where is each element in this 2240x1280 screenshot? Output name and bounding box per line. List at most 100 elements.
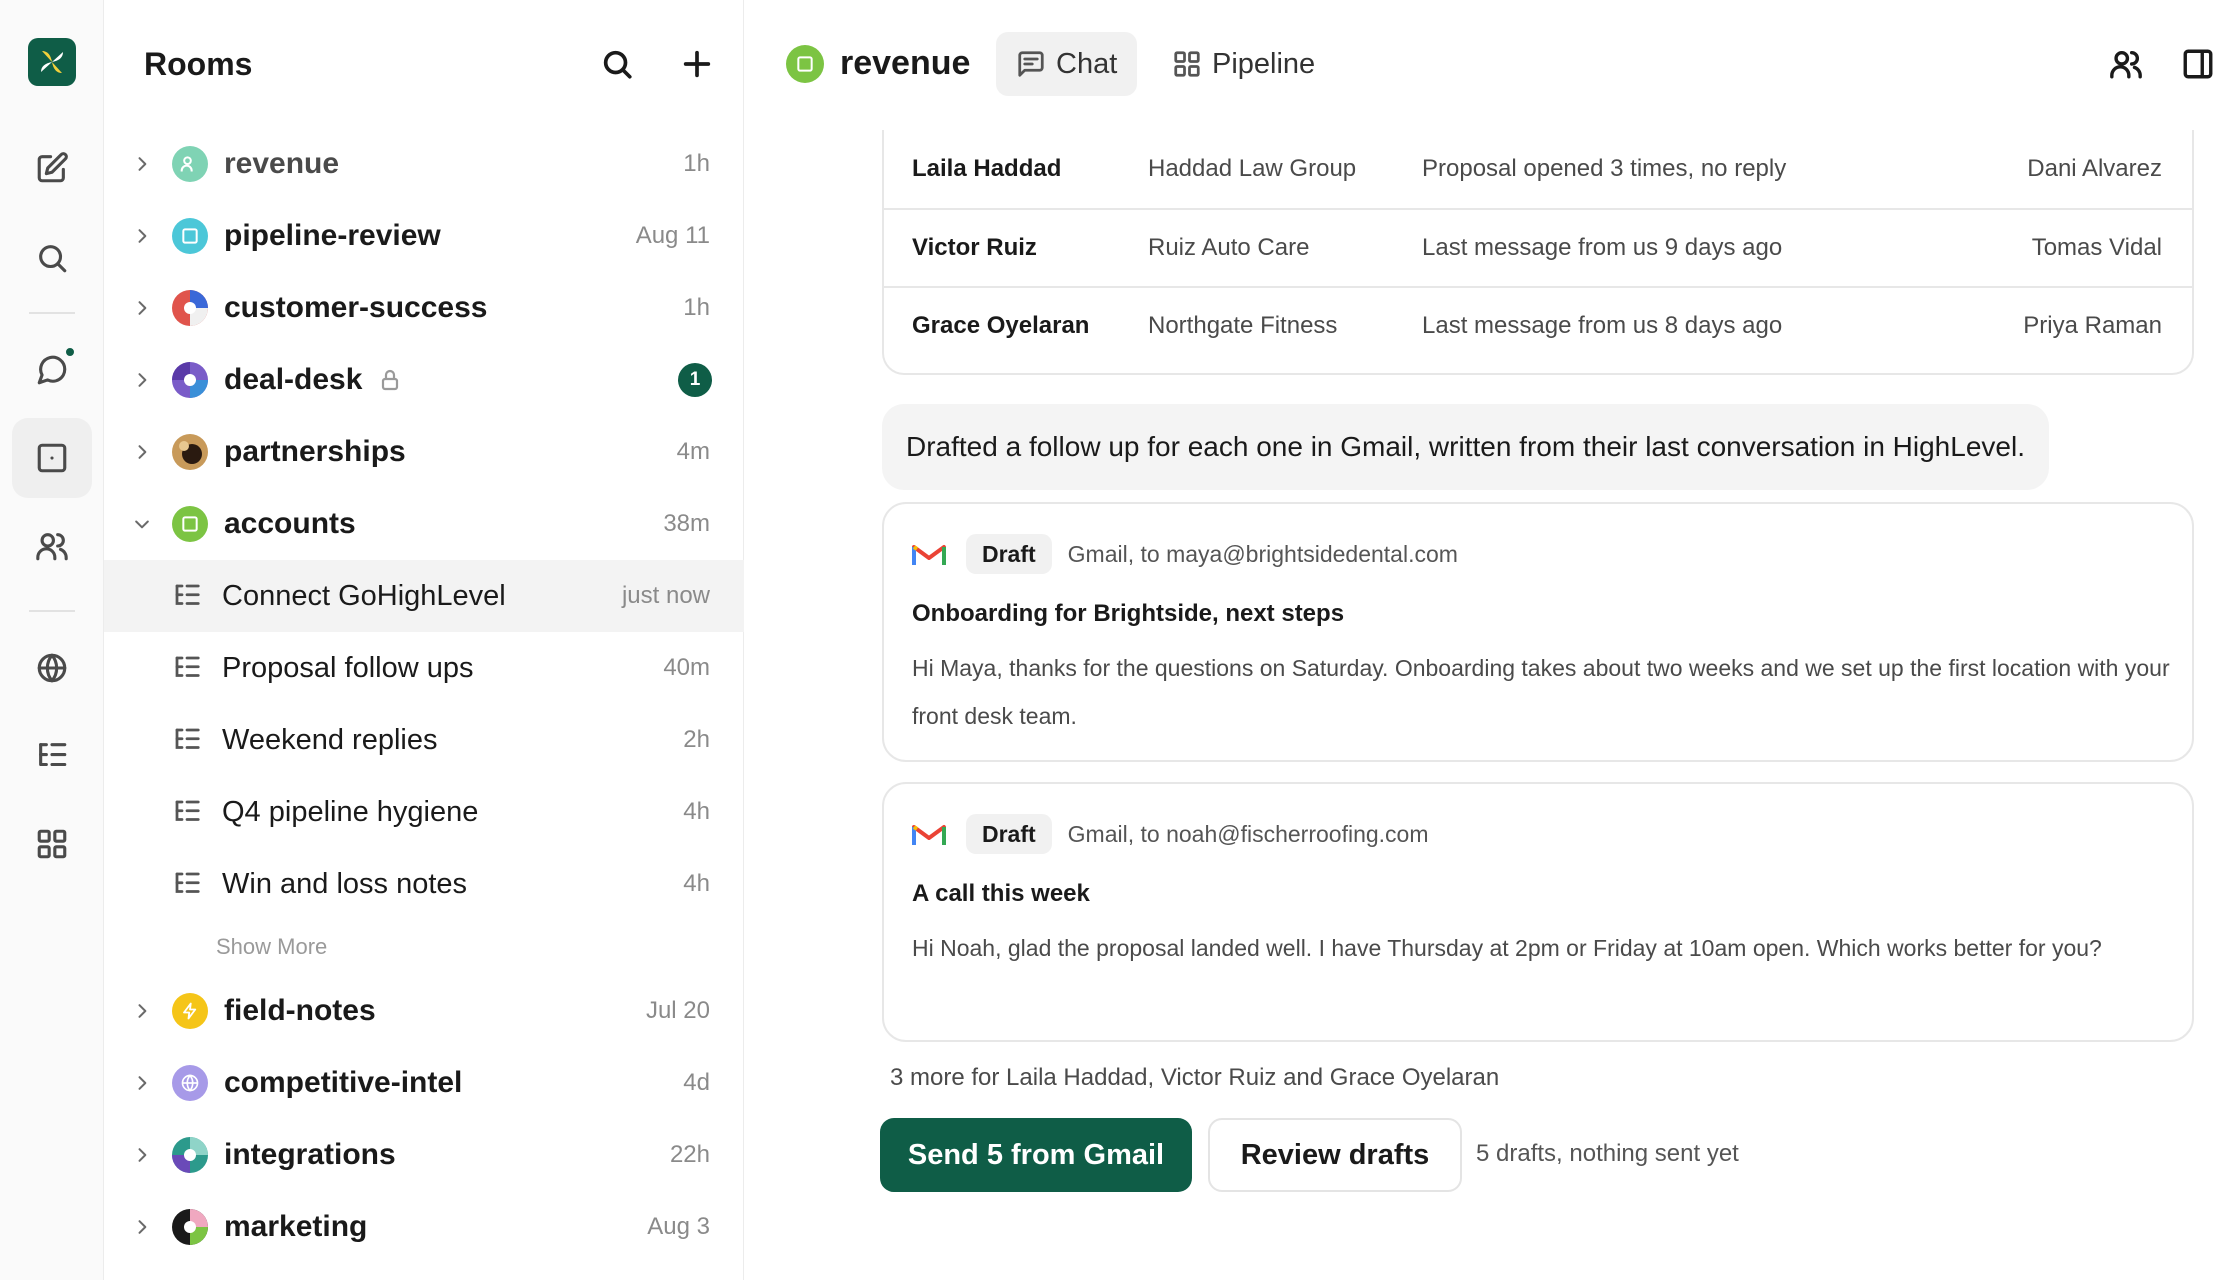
thread-item-q4-pipeline-hygiene[interactable]: Q4 pipeline hygiene 4h (104, 776, 744, 848)
edit-icon (37, 152, 68, 183)
assistant-message: Drafted a follow up for each one in Gmai… (882, 404, 2049, 490)
pinwheel-icon (172, 290, 208, 326)
room-name: integrations (224, 1138, 396, 1171)
chevron-right-icon[interactable] (130, 370, 154, 390)
tab-pipeline[interactable]: Pipeline (1152, 32, 1335, 96)
search-icon (603, 50, 632, 79)
pinwheel-icon (172, 362, 208, 398)
rail-threads-button[interactable] (12, 716, 92, 796)
drafts-status: 5 drafts, nothing sent yet (1476, 1140, 1739, 1167)
bolt-icon (172, 993, 208, 1029)
status: Proposal opened 3 times, no reply (1422, 155, 1787, 182)
room-item-pipeline-review[interactable]: pipeline-review Aug 11 (104, 200, 744, 272)
room-name: marketing (224, 1210, 368, 1243)
owner: Dani Alvarez (2027, 155, 2162, 182)
rail-search-button[interactable] (12, 218, 92, 298)
unread-dot (64, 346, 76, 358)
draft-card[interactable]: Draft Gmail, to noah@fischerroofing.com … (882, 782, 2194, 1042)
people-icon (36, 533, 68, 561)
room-name: accounts (224, 507, 356, 540)
table-row[interactable]: Victor Ruiz Ruiz Auto Care Last message … (884, 208, 2192, 286)
review-drafts-button[interactable]: Review drafts (1208, 1118, 1462, 1192)
grid-icon (37, 829, 67, 859)
room-name: customer-success (224, 291, 488, 324)
pinwheel-icon (172, 1137, 208, 1173)
draft-pill: Draft (966, 814, 1052, 854)
thread-item-weekend-replies[interactable]: Weekend replies 2h (104, 704, 744, 776)
room-time: 1h (683, 294, 710, 321)
room-name: partnerships (224, 435, 406, 468)
app-logo[interactable] (28, 38, 76, 86)
pinwheel-icon (172, 1209, 208, 1245)
draft-recipient: Gmail, to maya@brightsidedental.com (1067, 540, 1458, 567)
status: Last message from us 9 days ago (1422, 234, 1783, 261)
globe-icon (37, 653, 67, 683)
chevron-right-icon[interactable] (130, 1001, 154, 1021)
room-title: revenue (786, 44, 970, 83)
room-name: revenue (224, 147, 340, 180)
add-room-button[interactable] (671, 38, 723, 90)
chevron-right-icon[interactable] (130, 154, 154, 174)
more-drafts-text: 3 more for Laila Haddad, Victor Ruiz and… (890, 1064, 1500, 1091)
draft-body: Hi Noah, glad the proposal landed well. … (912, 935, 2102, 961)
rail-web-button[interactable] (12, 628, 92, 708)
draft-card[interactable]: Draft Gmail, to maya@brightsidedental.co… (882, 502, 2194, 762)
tab-chat[interactable]: Chat (996, 32, 1138, 96)
draft-recipient: Gmail, to noah@fischerroofing.com (1067, 820, 1429, 847)
rail-rooms-button[interactable] (12, 418, 92, 498)
company: Haddad Law Group (1148, 155, 1357, 182)
members-button[interactable] (2104, 42, 2148, 86)
rail-people-button[interactable] (12, 506, 92, 586)
square-dot-icon (172, 218, 208, 254)
thread-icon (172, 581, 202, 611)
thread-time: 4h (683, 798, 710, 825)
room-item-customer-success[interactable]: customer-success 1h (104, 272, 744, 344)
table-row[interactable]: Laila Haddad Haddad Law Group Proposal o… (884, 130, 2192, 208)
photo-avatar (172, 434, 208, 470)
main-panel: revenue Chat Pipeline Laila Haddad Hadda… (744, 0, 2240, 1280)
room-item-revenue[interactable]: revenue 1h (104, 128, 744, 200)
contact-name: Grace Oyelaran (912, 312, 1090, 339)
message-square-icon (1018, 51, 1044, 77)
thread-icon (172, 653, 202, 683)
send-from-gmail-button[interactable]: Send 5 from Gmail (880, 1118, 1192, 1192)
gmail-icon (912, 545, 946, 565)
rail-chats-button[interactable] (12, 330, 92, 410)
room-item-deal-desk[interactable]: deal-desk 1 (104, 344, 744, 416)
thread-time: 2h (683, 726, 710, 753)
thread-item-win-and-loss-notes[interactable]: Win and loss notes 4h (104, 848, 744, 920)
table-row[interactable]: Grace Oyelaran Northgate Fitness Last me… (884, 286, 2192, 364)
chevron-right-icon[interactable] (130, 1145, 154, 1165)
chevron-right-icon[interactable] (130, 298, 154, 318)
sidebar-search-button[interactable] (591, 38, 643, 90)
room-item-accounts[interactable]: accounts 38m (104, 488, 744, 560)
room-item-integrations[interactable]: integrations 22h (104, 1119, 744, 1191)
thread-time: just now (621, 582, 710, 609)
chevron-right-icon[interactable] (130, 226, 154, 246)
thread-icon (172, 869, 202, 899)
room-item-partnerships[interactable]: partnerships 4m (104, 416, 744, 488)
room-item-marketing[interactable]: marketing Aug 3 (104, 1191, 744, 1263)
room-item-field-notes[interactable]: field-notes Jul 20 (104, 975, 744, 1047)
thread-icon (172, 725, 202, 755)
chevron-right-icon[interactable] (130, 442, 154, 462)
square-dot-icon (786, 44, 824, 83)
chevron-right-icon[interactable] (130, 1073, 154, 1093)
toggle-panel-button[interactable] (2176, 42, 2220, 86)
chevron-down-icon[interactable] (130, 514, 154, 534)
room-time: 1h (683, 150, 710, 177)
app-rail (0, 0, 104, 1280)
thread-item-connect-gohighlevel[interactable]: Connect GoHighLevel just now (104, 560, 744, 632)
people-icon (2110, 50, 2142, 79)
lock-icon (378, 368, 402, 392)
contact-name: Laila Haddad (912, 155, 1062, 182)
room-item-competitive-intel[interactable]: competitive-intel 4d (104, 1047, 744, 1119)
rail-apps-button[interactable] (12, 804, 92, 884)
compose-button[interactable] (12, 128, 92, 208)
show-more-link[interactable]: Show More (216, 934, 327, 960)
gmail-icon (912, 825, 946, 845)
thread-name: Proposal follow ups (222, 651, 474, 684)
thread-item-proposal-follow-ups[interactable]: Proposal follow ups 40m (104, 632, 744, 704)
rail-divider (29, 312, 75, 314)
chevron-right-icon[interactable] (130, 1217, 154, 1237)
